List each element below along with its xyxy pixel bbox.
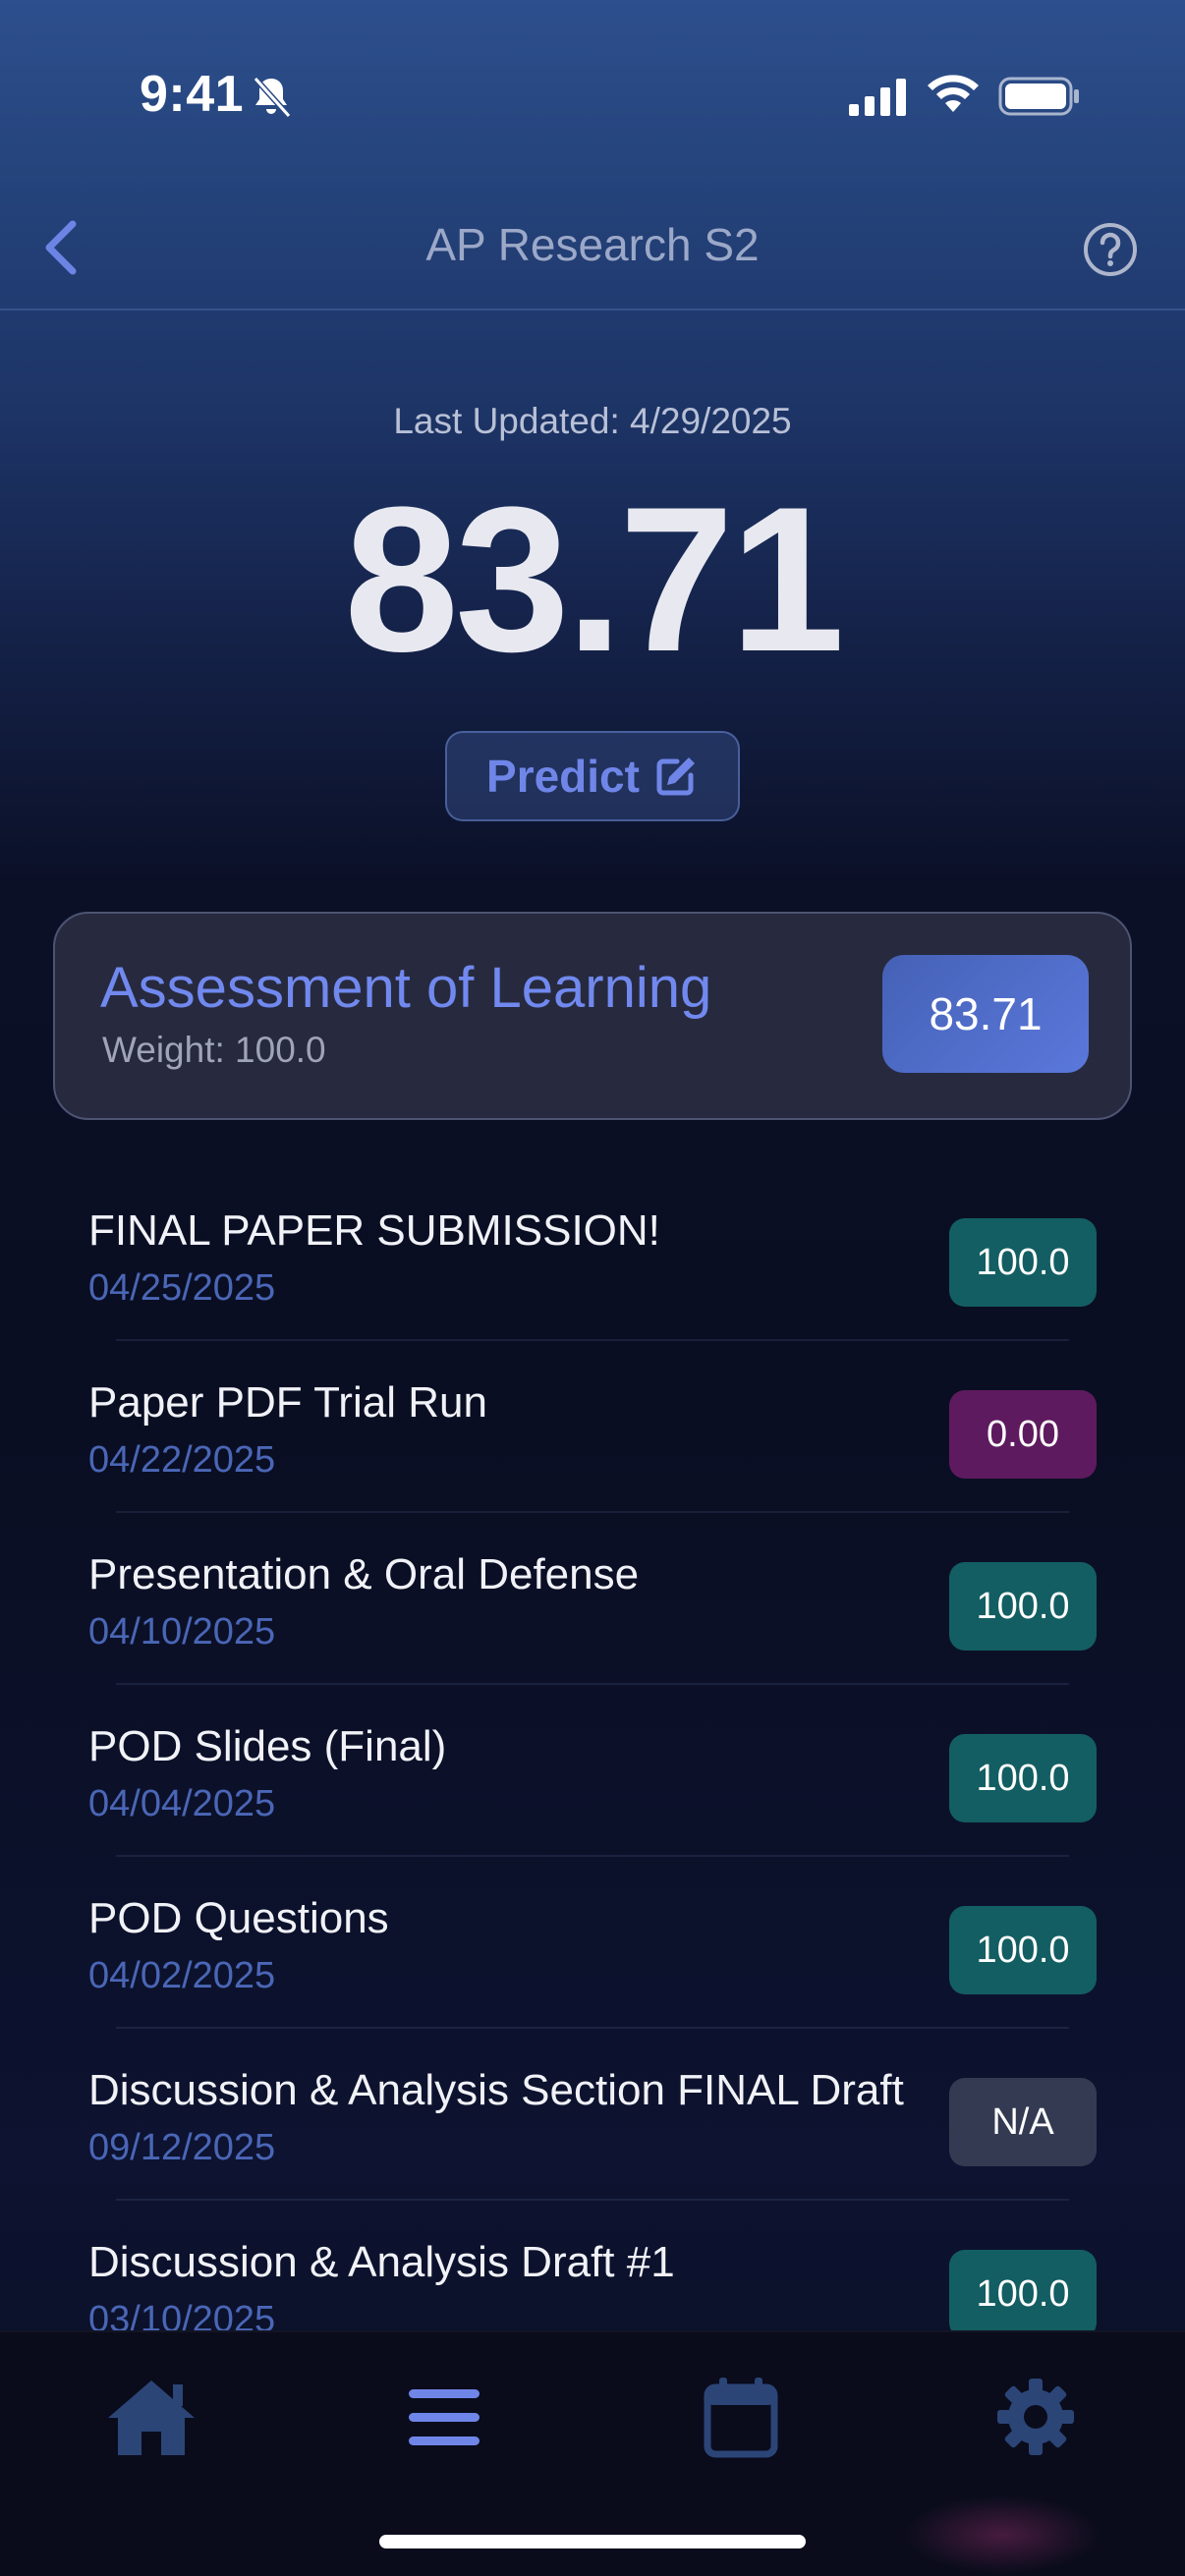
assignment-row[interactable]: Presentation & Oral Defense 04/10/2025 100… <box>0 1513 1185 1685</box>
home-icon <box>108 2380 195 2455</box>
predict-button[interactable]: Predict <box>445 731 740 821</box>
gear-icon <box>997 2379 1074 2455</box>
signal-icon <box>849 79 906 116</box>
tab-list[interactable] <box>395 2368 493 2466</box>
status-time: 9:41 <box>140 66 245 123</box>
bell-slash-icon <box>253 76 292 119</box>
category-weight: Weight: 100.0 <box>102 1030 326 1070</box>
assignment-name: Discussion & Analysis Section FINAL Draf… <box>88 2066 904 2114</box>
battery-icon <box>998 77 1079 116</box>
assignment-name: FINAL PAPER SUBMISSION! <box>88 1206 660 1255</box>
assignment-date: 04/25/2025 <box>88 1267 276 1309</box>
assignment-row[interactable]: POD Questions 04/02/2025 100.0 <box>0 1857 1185 2029</box>
assignment-list: FINAL PAPER SUBMISSION! 04/25/2025 100.0 Pa… <box>0 1169 1185 2330</box>
assignment-date: 03/10/2025 <box>88 2299 276 2330</box>
edit-icon <box>656 757 695 796</box>
assignment-name: Discussion & Analysis Draft #1 <box>88 2238 675 2286</box>
score-badge[interactable]: 100.0 <box>949 1218 1097 1307</box>
background-glow <box>904 2495 1100 2574</box>
assignment-date: 04/10/2025 <box>88 1611 276 1652</box>
help-icon[interactable] <box>1081 220 1140 279</box>
calendar-icon <box>704 2378 778 2458</box>
assignment-name: Paper PDF Trial Run <box>88 1378 487 1427</box>
category-card[interactable]: Assessment of Learning Weight: 100.0 83.… <box>53 912 1132 1120</box>
score-badge[interactable]: 100.0 <box>949 1562 1097 1651</box>
assignment-date: 04/02/2025 <box>88 1955 276 1996</box>
assignment-row[interactable]: FINAL PAPER SUBMISSION! 04/25/2025 100.0 <box>0 1169 1185 1341</box>
assignment-date: 04/04/2025 <box>88 1783 276 1824</box>
assignment-row[interactable]: Discussion & Analysis Draft #1 03/10/2025… <box>0 2201 1185 2330</box>
category-name: Assessment of Learning <box>100 956 712 1020</box>
category-score-badge: 83.71 <box>882 955 1089 1073</box>
status-bar: 9:41 <box>0 0 1185 187</box>
overall-grade: 83.71 <box>344 464 845 695</box>
assignment-name: POD Slides (Final) <box>88 1722 447 1770</box>
list-icon <box>409 2389 480 2445</box>
assignment-name: Presentation & Oral Defense <box>88 1550 640 1598</box>
assignment-row[interactable]: POD Slides (Final) 04/04/2025 100.0 <box>0 1685 1185 1857</box>
home-indicator[interactable] <box>379 2535 806 2548</box>
score-badge[interactable]: N/A <box>949 2078 1097 2166</box>
tab-home[interactable] <box>102 2368 200 2466</box>
app-screen: 9:41 AP Research S2 Last Updated: 4/29/2… <box>0 0 1185 2576</box>
score-badge[interactable]: 100.0 <box>949 1906 1097 1994</box>
navigation-bar: AP Research S2 <box>0 187 1185 310</box>
assignment-date: 09/12/2025 <box>88 2127 276 2168</box>
wifi-icon <box>928 75 979 112</box>
score-badge[interactable]: 0.00 <box>949 1390 1097 1479</box>
tab-calendar[interactable] <box>692 2368 790 2466</box>
assignment-row[interactable]: Paper PDF Trial Run 04/22/2025 0.00 <box>0 1341 1185 1513</box>
score-badge[interactable]: 100.0 <box>949 1734 1097 1822</box>
tab-settings[interactable] <box>987 2368 1085 2466</box>
assignment-date: 04/22/2025 <box>88 1439 276 1481</box>
score-badge[interactable]: 100.0 <box>949 2250 1097 2330</box>
page-title: AP Research S2 <box>425 219 760 270</box>
assignment-name: POD Questions <box>88 1894 389 1942</box>
assignment-row[interactable]: Discussion & Analysis Section FINAL Draf… <box>0 2029 1185 2201</box>
predict-label: Predict <box>486 751 640 802</box>
last-updated-text: Last Updated: 4/29/2025 <box>393 401 792 441</box>
